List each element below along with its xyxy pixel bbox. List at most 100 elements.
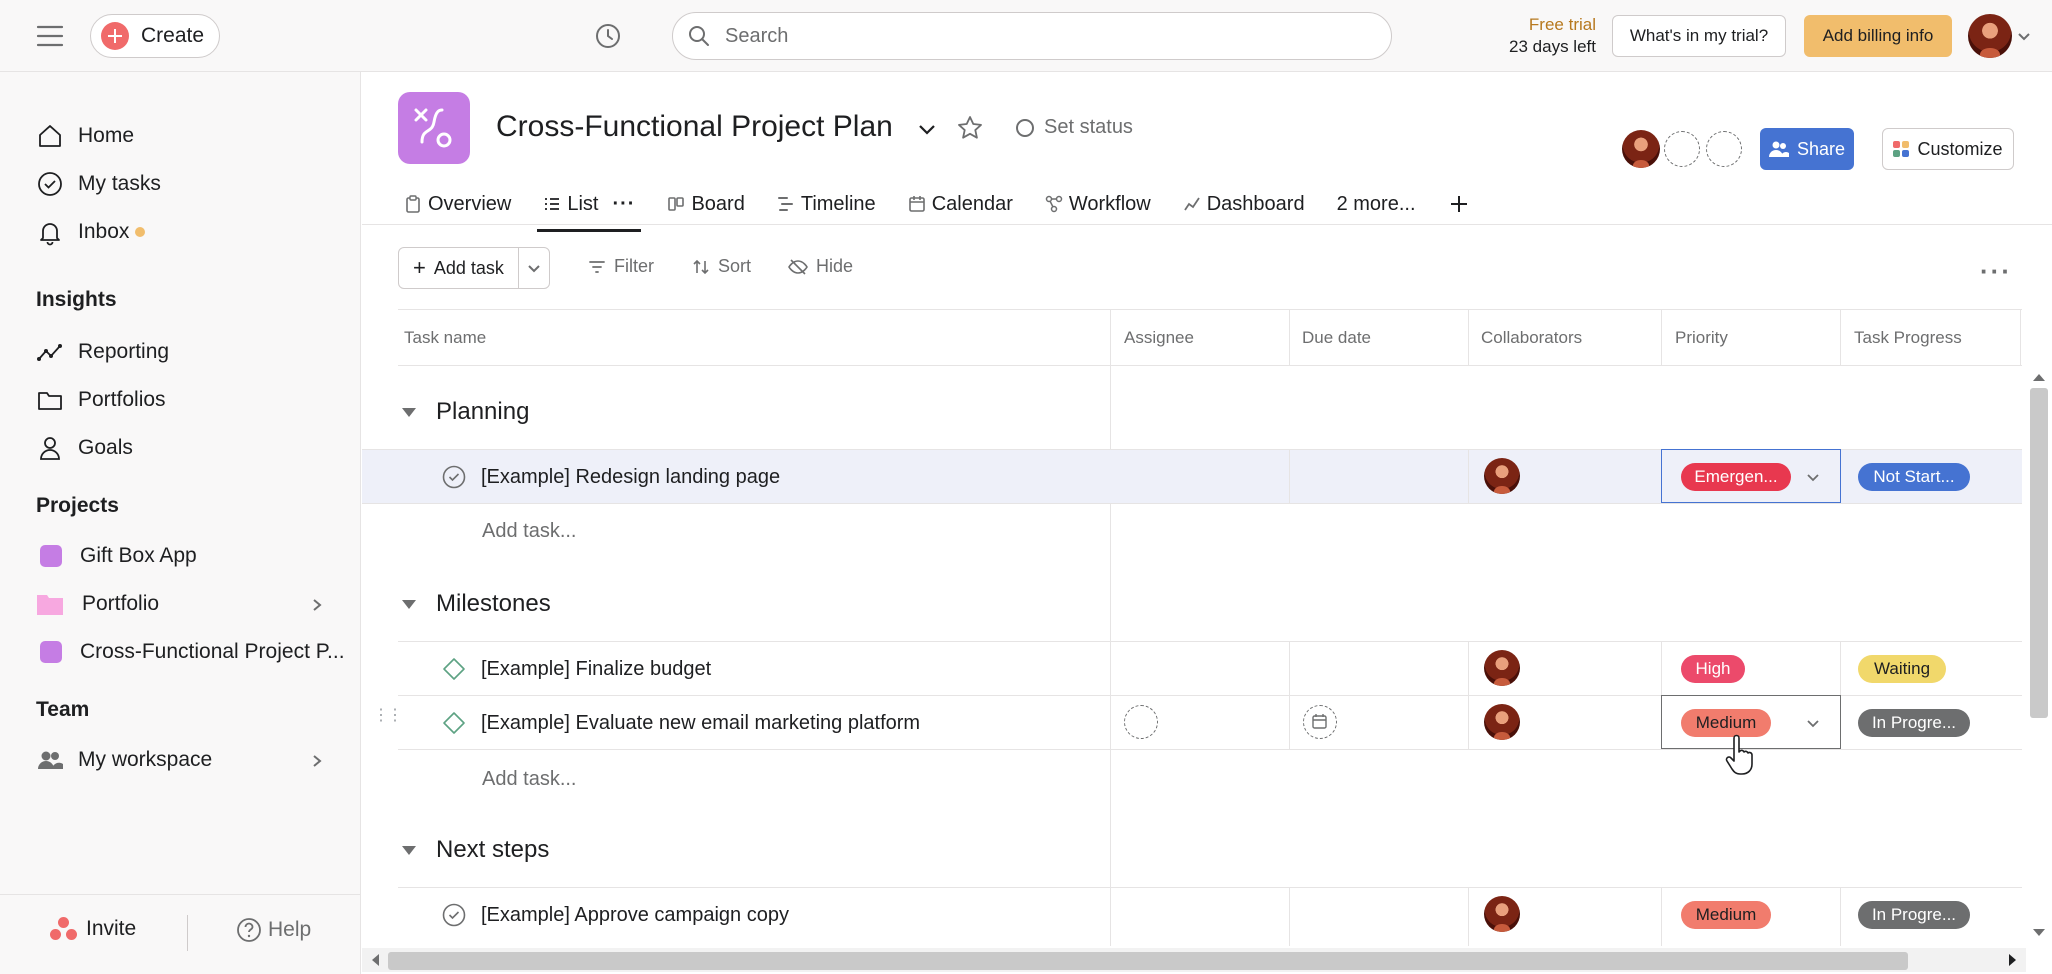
chevron-down-icon[interactable] (2016, 28, 2032, 44)
priority-pill-emergency[interactable]: Emergen... (1681, 463, 1791, 491)
chevron-down-icon[interactable] (1805, 715, 1821, 731)
add-tab-button[interactable] (1448, 184, 1470, 224)
due-date-calendar-icon[interactable] (1303, 705, 1337, 739)
project-title[interactable]: Cross-Functional Project Plan (496, 110, 893, 144)
collaborator-avatar[interactable] (1484, 896, 1520, 932)
tab-more[interactable]: 2 more... (1337, 184, 1416, 224)
chevron-down-icon[interactable] (916, 118, 938, 140)
whats-in-my-trial-button[interactable]: What's in my trial? (1612, 15, 1786, 57)
user-avatar[interactable] (1968, 14, 2012, 58)
collaborator-avatar[interactable] (1484, 650, 1520, 686)
horizontal-scrollbar-thumb[interactable] (388, 952, 1908, 970)
status-circle-icon (1016, 118, 1034, 137)
collapse-triangle-icon[interactable] (402, 599, 416, 609)
more-options-icon[interactable]: ··· (612, 193, 635, 216)
scroll-right-arrow-icon[interactable] (2008, 953, 2018, 967)
tab-overview[interactable]: Overview (404, 184, 511, 224)
help-button[interactable]: Help (236, 917, 311, 943)
search-box[interactable] (672, 12, 1392, 60)
scroll-down-arrow-icon[interactable] (2032, 928, 2046, 938)
set-status-button[interactable]: Set status (1016, 116, 1133, 139)
collapse-triangle-icon[interactable] (402, 845, 416, 855)
column-header-due-date[interactable]: Due date (1302, 328, 1371, 348)
tab-workflow[interactable]: Workflow (1045, 184, 1151, 224)
sidebar-item-goals[interactable]: Goals (36, 428, 133, 468)
sidebar-item-reporting[interactable]: Reporting (36, 332, 169, 372)
add-task-link[interactable]: Add task... (482, 520, 577, 543)
collaborator-avatar[interactable] (1484, 458, 1520, 494)
chevron-down-icon[interactable] (519, 261, 549, 275)
tab-dashboard[interactable]: Dashboard (1183, 184, 1305, 224)
sort-button[interactable]: Sort (692, 256, 751, 277)
section-header-planning[interactable]: Planning (402, 398, 529, 426)
create-button[interactable]: Create (90, 14, 220, 58)
hamburger-menu-icon[interactable] (36, 24, 64, 48)
hide-button[interactable]: Hide (788, 256, 853, 277)
tab-calendar[interactable]: Calendar (908, 184, 1013, 224)
collaborator-avatar[interactable] (1484, 704, 1520, 740)
sidebar-item-my-workspace[interactable]: My workspace (36, 740, 212, 780)
progress-pill-in-progress[interactable]: In Progre... (1858, 709, 1970, 737)
add-task-link[interactable]: Add task... (482, 768, 577, 791)
add-member-placeholder-icon[interactable] (1664, 131, 1700, 167)
customize-button[interactable]: Customize (1882, 128, 2014, 170)
sidebar-project-gift-box-app[interactable]: Gift Box App (36, 536, 197, 576)
column-header-collaborators[interactable]: Collaborators (1481, 328, 1582, 348)
column-header-priority[interactable]: Priority (1675, 328, 1728, 348)
tab-board[interactable]: Board (667, 184, 745, 224)
column-header-task-progress[interactable]: Task Progress (1854, 328, 1962, 348)
add-task-main[interactable]: + Add task (399, 248, 519, 288)
member-avatar[interactable] (1622, 130, 1660, 168)
progress-pill-not-started[interactable]: Not Start... (1858, 463, 1970, 491)
column-header-assignee[interactable]: Assignee (1124, 328, 1194, 348)
scroll-left-arrow-icon[interactable] (370, 953, 380, 967)
history-clock-icon[interactable] (594, 22, 622, 50)
milestone-diamond-icon[interactable] (442, 657, 466, 681)
priority-pill-medium[interactable]: Medium (1681, 901, 1771, 929)
filter-button[interactable]: Filter (588, 256, 654, 277)
check-circle-icon[interactable] (442, 903, 466, 927)
sidebar-item-my-tasks[interactable]: My tasks (36, 164, 161, 204)
team-heading[interactable]: Team (36, 698, 89, 722)
more-options-icon[interactable]: ··· (1980, 256, 2012, 287)
priority-pill-high[interactable]: High (1681, 655, 1745, 683)
sidebar-item-home[interactable]: Home (36, 116, 134, 156)
priority-pill-medium[interactable]: Medium (1681, 709, 1771, 737)
table-row[interactable]: [Example] Finalize budget (362, 642, 2022, 696)
task-name[interactable]: [Example] Approve campaign copy (481, 904, 789, 927)
add-billing-info-button[interactable]: Add billing info (1804, 15, 1952, 57)
sidebar-item-portfolios[interactable]: Portfolios (36, 380, 166, 420)
chevron-down-icon[interactable] (1805, 469, 1821, 485)
collapse-triangle-icon[interactable] (402, 407, 416, 417)
milestone-diamond-icon[interactable] (442, 711, 466, 735)
chevron-right-icon[interactable] (310, 598, 324, 612)
sidebar-item-inbox[interactable]: Inbox (36, 212, 146, 252)
assignee-placeholder-icon[interactable] (1124, 705, 1158, 739)
add-task-button[interactable]: + Add task (398, 247, 550, 289)
sidebar-project-portfolio[interactable]: Portfolio (36, 584, 159, 624)
progress-pill-in-progress[interactable]: In Progre... (1858, 901, 1970, 929)
chevron-right-icon[interactable] (310, 754, 324, 768)
task-name[interactable]: [Example] Redesign landing page (481, 466, 780, 489)
search-input[interactable] (725, 24, 1325, 48)
insights-heading[interactable]: Insights (36, 288, 117, 312)
table-row[interactable]: [Example] Approve campaign copy (362, 888, 2022, 942)
task-name[interactable]: [Example] Evaluate new email marketing p… (481, 712, 920, 735)
vertical-scrollbar-thumb[interactable] (2030, 388, 2048, 718)
invite-button[interactable]: Invite (50, 917, 136, 941)
section-header-milestones[interactable]: Milestones (402, 590, 551, 618)
task-name[interactable]: [Example] Finalize budget (481, 658, 711, 681)
add-member-placeholder-icon[interactable] (1706, 131, 1742, 167)
section-header-next-steps[interactable]: Next steps (402, 836, 549, 864)
tab-timeline[interactable]: Timeline (777, 184, 876, 224)
progress-pill-waiting[interactable]: Waiting (1858, 655, 1946, 683)
project-icon[interactable] (398, 92, 470, 164)
sidebar-project-cross-functional[interactable]: Cross-Functional Project P... (36, 632, 345, 672)
star-icon[interactable] (956, 114, 984, 142)
column-header-task-name[interactable]: Task name (404, 328, 486, 348)
tab-list[interactable]: List ··· (537, 184, 642, 232)
scroll-up-arrow-icon[interactable] (2032, 372, 2046, 382)
projects-heading[interactable]: Projects (36, 494, 119, 518)
share-button[interactable]: Share (1760, 128, 1854, 170)
check-circle-icon[interactable] (442, 465, 466, 489)
